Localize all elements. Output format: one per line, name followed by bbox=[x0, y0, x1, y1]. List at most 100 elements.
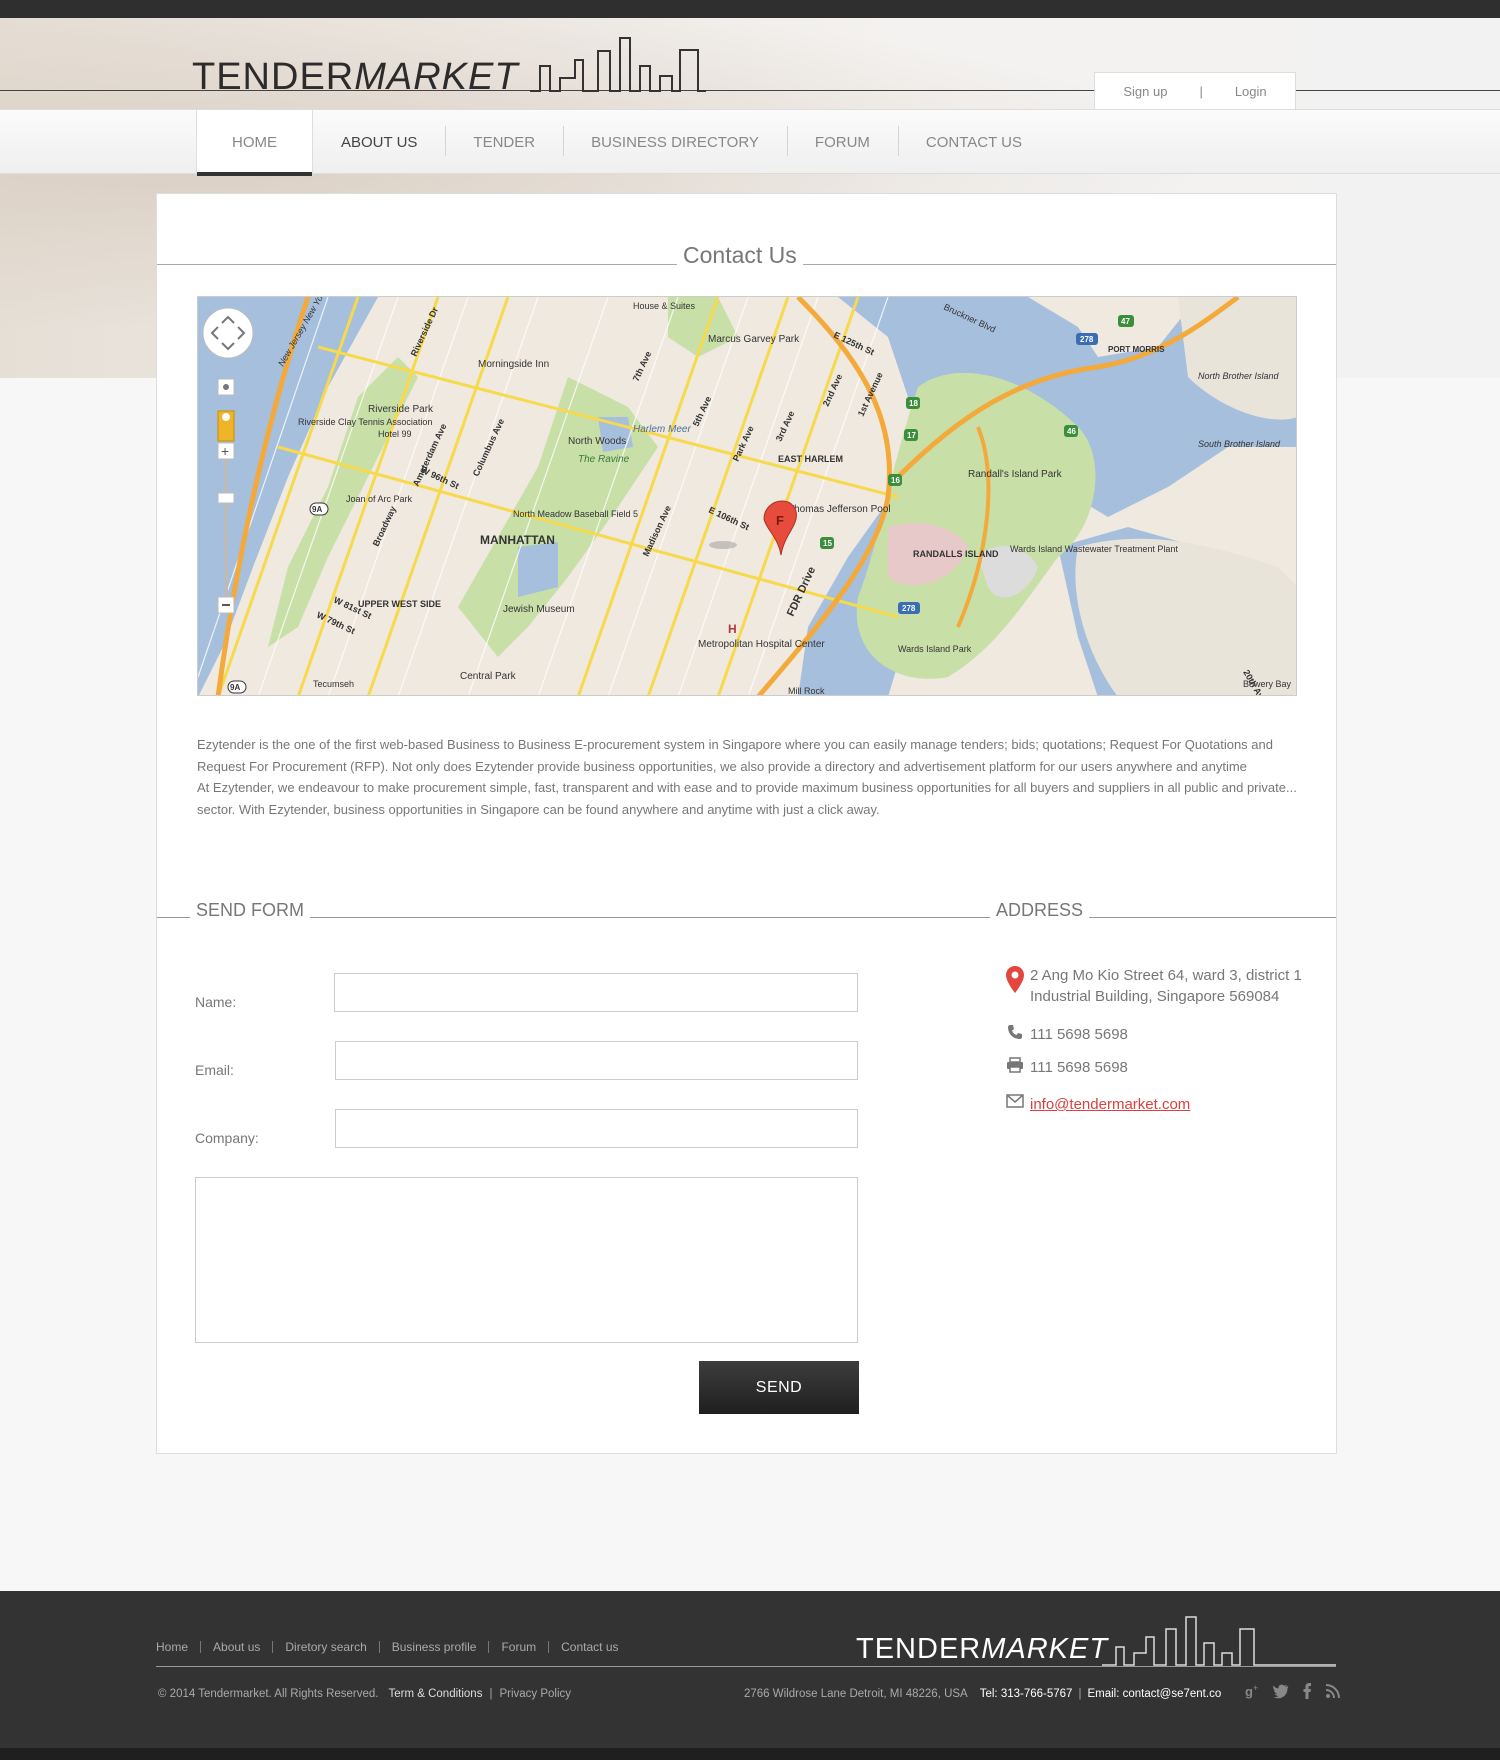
twitter-icon[interactable] bbox=[1273, 1683, 1289, 1699]
rss-icon[interactable] bbox=[1325, 1683, 1341, 1699]
map-hospital-icon: H bbox=[728, 622, 737, 636]
auth-box: Sign up | Login bbox=[1094, 72, 1296, 110]
signup-link[interactable]: Sign up bbox=[1107, 84, 1183, 99]
map-label-mill-rock: Mill Rock bbox=[788, 686, 825, 696]
message-textarea[interactable] bbox=[195, 1177, 858, 1343]
footer-link-directory[interactable]: Diretory search bbox=[272, 1641, 378, 1653]
email-input[interactable] bbox=[335, 1041, 858, 1080]
map-label-south-brother: South Brother Island bbox=[1198, 439, 1281, 449]
auth-separator: | bbox=[1199, 84, 1203, 99]
footer-logo[interactable]: TENDERMARKET bbox=[852, 1633, 1113, 1666]
address-title: ADDRESS bbox=[990, 900, 1090, 921]
footer-privacy-link[interactable]: Privacy Policy bbox=[499, 1688, 571, 1700]
map-label-north-brother: North Brother Island bbox=[1198, 371, 1280, 381]
footer-pipe-2: | bbox=[1078, 1688, 1082, 1700]
svg-text:+: + bbox=[1253, 1683, 1258, 1693]
map-label-upper-west: UPPER WEST SIDE bbox=[358, 599, 441, 609]
footer-logo-market: MARKET bbox=[981, 1633, 1109, 1665]
name-input[interactable] bbox=[334, 973, 858, 1012]
map-label-riverside-park: Riverside Park bbox=[368, 404, 434, 415]
about-text: Ezytender is the one of the first web-ba… bbox=[197, 734, 1297, 820]
phone-icon bbox=[1000, 1024, 1030, 1040]
footer-link-contact[interactable]: Contact us bbox=[548, 1641, 630, 1653]
location-pin-icon bbox=[1000, 965, 1030, 995]
map-label-hotel99: Hotel 99 bbox=[378, 429, 412, 439]
about-paragraph-2: At Ezytender, we endeavour to make procu… bbox=[197, 780, 1297, 817]
footer-email: Email: contact@se7ent.co bbox=[1087, 1688, 1222, 1700]
company-input[interactable] bbox=[335, 1109, 858, 1148]
map-svg: MANHATTAN EAST HARLEM UPPER WEST SIDE No… bbox=[198, 297, 1296, 696]
footer-terms-link[interactable]: Term & Conditions bbox=[388, 1688, 482, 1700]
social-icons: g + bbox=[1245, 1683, 1341, 1699]
nav-home[interactable]: HOME bbox=[196, 110, 313, 176]
send-button[interactable]: SEND bbox=[699, 1361, 859, 1414]
skyline-graphic bbox=[530, 37, 706, 92]
map-label-house-suites: House & Suites bbox=[633, 301, 696, 311]
footer-address: 2766 Wildrose Lane Detroit, MI 48226, US… bbox=[744, 1688, 968, 1700]
map-shield-15: 15 bbox=[823, 539, 832, 548]
map-label-thomas: Thomas Jefferson Pool bbox=[788, 504, 891, 515]
footer-link-business-profile[interactable]: Business profile bbox=[378, 1641, 489, 1653]
phone-row: 111 5698 5698 bbox=[1000, 1024, 1128, 1045]
fax-icon bbox=[1000, 1057, 1030, 1073]
nav-business-directory[interactable]: BUSINESS DIRECTORY bbox=[563, 110, 787, 175]
name-label: Name: bbox=[195, 994, 237, 1010]
envelope-icon bbox=[1000, 1094, 1030, 1108]
facebook-icon[interactable] bbox=[1301, 1683, 1313, 1699]
address-text: 2 Ang Mo Kio Street 64, ward 3, district… bbox=[1030, 965, 1302, 1007]
footer-link-home[interactable]: Home bbox=[156, 1641, 200, 1653]
email-label: Email: bbox=[195, 1062, 234, 1078]
address-line-1: 2 Ang Mo Kio Street 64, ward 3, district… bbox=[1030, 967, 1302, 984]
map-marker-letter: F bbox=[776, 513, 784, 528]
map-label-port-morris: PORT MORRIS bbox=[1108, 345, 1165, 354]
footer-copyright: © 2014 Tendermarket. All Rights Reserved… bbox=[158, 1688, 379, 1700]
map-label-randalls-island: RANDALLS ISLAND bbox=[913, 549, 999, 559]
site-logo[interactable]: TENDERMARKET bbox=[188, 56, 523, 100]
svg-text:g: g bbox=[1245, 1684, 1253, 1699]
map-pan-control[interactable] bbox=[202, 307, 254, 359]
map-label-north-meadow: North Meadow Baseball Field 5 bbox=[513, 509, 638, 519]
form-divider bbox=[157, 917, 1336, 918]
footer-bottom-bar bbox=[0, 1748, 1500, 1760]
email-link[interactable]: info@tendermarket.com bbox=[1030, 1094, 1190, 1115]
nav-tender[interactable]: TENDER bbox=[445, 110, 563, 175]
nav-about-us[interactable]: ABOUT US bbox=[313, 110, 445, 175]
company-label: Company: bbox=[195, 1130, 259, 1146]
map-label-east-harlem: EAST HARLEM bbox=[778, 454, 843, 464]
map-label-riverside-tennis: Riverside Clay Tennis Association bbox=[298, 417, 432, 427]
fax-row: 111 5698 5698 bbox=[1000, 1057, 1128, 1078]
nav-contact-us[interactable]: CONTACT US bbox=[897, 110, 1050, 175]
footer-contact-row: 2766 Wildrose Lane Detroit, MI 48226, US… bbox=[744, 1688, 1221, 1700]
map-label-joan: Joan of Arc Park bbox=[346, 494, 413, 504]
map-shield-9a-b: 9A bbox=[230, 683, 240, 692]
map-label-central-park: Central Park bbox=[460, 671, 517, 682]
map-shield-278: 278 bbox=[1080, 335, 1094, 344]
about-paragraph-1: Ezytender is the one of the first web-ba… bbox=[197, 737, 1273, 774]
map-shield-47: 47 bbox=[1121, 317, 1130, 326]
google-plus-icon[interactable]: g + bbox=[1245, 1683, 1261, 1699]
fax-text: 111 5698 5698 bbox=[1030, 1059, 1128, 1076]
footer-tel: Tel: 313-766-5767 bbox=[979, 1688, 1073, 1700]
map-label-manhattan: MANHATTAN bbox=[480, 533, 555, 547]
login-link[interactable]: Login bbox=[1219, 84, 1283, 99]
map-shield-46: 46 bbox=[1067, 427, 1076, 436]
location-map[interactable]: MANHATTAN EAST HARLEM UPPER WEST SIDE No… bbox=[197, 296, 1297, 696]
top-bar bbox=[0, 0, 1500, 18]
footer-link-about[interactable]: About us bbox=[200, 1641, 272, 1653]
page-title: Contact Us bbox=[677, 242, 803, 269]
map-label-randalls: Randall's Island Park bbox=[968, 469, 1063, 480]
map-shield-9a: 9A bbox=[312, 505, 322, 514]
nav-forum[interactable]: FORUM bbox=[786, 110, 898, 175]
main-nav: HOME ABOUT US TENDER BUSINESS DIRECTORY … bbox=[0, 109, 1500, 176]
footer-logo-tender: TENDER bbox=[856, 1633, 982, 1665]
logo-text-market: MARKET bbox=[354, 56, 519, 98]
email-row: info@tendermarket.com bbox=[1000, 1094, 1190, 1115]
logo-text-tender: TENDER bbox=[192, 56, 355, 98]
footer-links: Home About us Diretory search Business p… bbox=[156, 1641, 631, 1653]
send-form-title: SEND FORM bbox=[190, 900, 310, 921]
map-label-the-ravine: The Ravine bbox=[578, 454, 630, 465]
footer-link-forum[interactable]: Forum bbox=[488, 1641, 548, 1653]
footer: Home About us Diretory search Business p… bbox=[0, 1591, 1500, 1748]
map-label-wards-plant: Wards Island Wastewater Treatment Plant bbox=[1010, 544, 1178, 554]
address-row: 2 Ang Mo Kio Street 64, ward 3, district… bbox=[1000, 965, 1302, 1007]
